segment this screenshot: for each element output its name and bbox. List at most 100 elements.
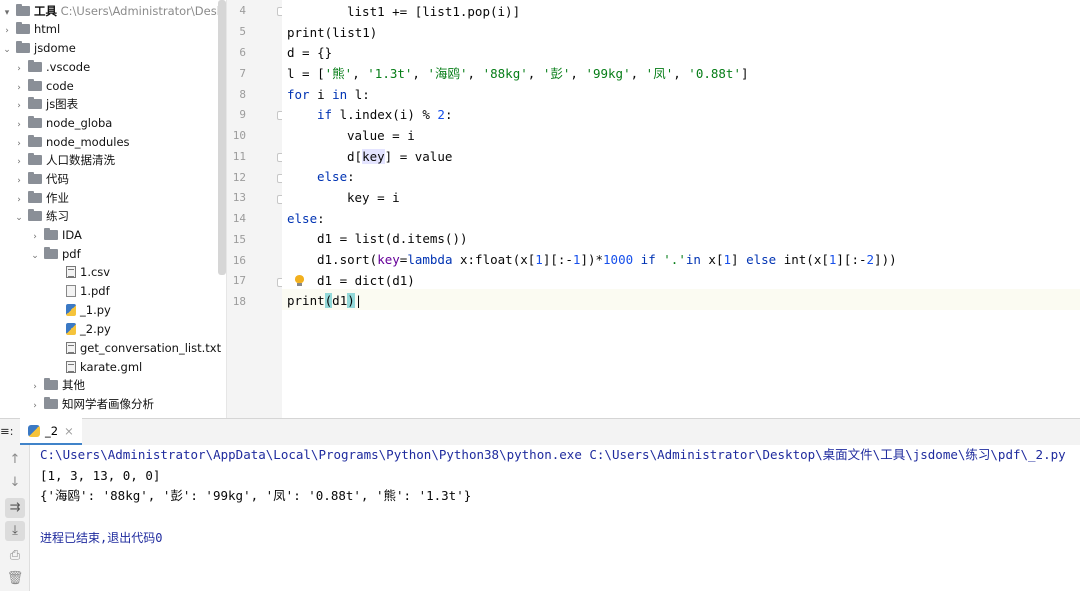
tree-item-label: node_modules (46, 135, 130, 149)
chevron-right-icon[interactable]: › (30, 228, 40, 246)
text-file-icon (66, 361, 76, 373)
python-file-icon (66, 323, 76, 335)
scroll-to-end-icon[interactable]: ⤓ (5, 521, 25, 541)
tree-item-label: karate.gml (80, 360, 143, 374)
tree-item-label: get_conversation_list.txt (80, 341, 222, 355)
line-number: 5 (239, 25, 246, 38)
folder-icon (28, 79, 42, 91)
csv-file-icon (66, 266, 76, 278)
chevron-right-icon[interactable]: › (14, 116, 24, 134)
tree-item-label: 代码 (46, 172, 69, 186)
line-number: 15 (232, 233, 246, 246)
tree-file-pdf[interactable]: 1.pdf (64, 282, 110, 300)
line-number: 18 (232, 295, 246, 308)
tree-item-practice[interactable]: ⌄ 练习 (14, 207, 69, 225)
tree-item-js-charts[interactable]: › js图表 (14, 95, 78, 113)
tree-file-py2[interactable]: _2.py (64, 320, 111, 338)
trash-icon[interactable]: 🗑 (5, 569, 25, 589)
tree-item-vscode[interactable]: › .vscode (14, 58, 90, 76)
code-line-13: key = i (347, 190, 400, 205)
tree-file-gml[interactable]: karate.gml (64, 358, 142, 376)
print-icon[interactable]: ⎙ (5, 546, 25, 566)
chevron-down-icon[interactable]: ⌄ (30, 247, 40, 265)
code-line-9: if l.index(i) % 2: (317, 107, 453, 122)
tree-item-html[interactable]: › html (2, 20, 60, 38)
tree-item-node-modules[interactable]: › node_modules (14, 133, 130, 151)
line-number: 6 (239, 46, 246, 59)
tree-item-ida[interactable]: › IDA (30, 226, 82, 244)
tree-item-code[interactable]: › code (14, 77, 74, 95)
line-number: 13 (232, 191, 246, 204)
chevron-right-icon[interactable]: › (14, 97, 24, 115)
code-line-4: list1 += [list1.pop(i)] (347, 4, 521, 19)
python-icon (28, 425, 40, 437)
tree-item-label: pdf (62, 247, 81, 261)
pdf-file-icon (66, 285, 76, 297)
code-line-11: d[key] = value (347, 149, 453, 164)
folder-icon (28, 172, 42, 184)
tree-item-label: 其他 (62, 378, 85, 392)
run-tab[interactable]: _2 × (20, 418, 82, 445)
folder-icon (28, 97, 42, 109)
tree-item-label: .vscode (46, 60, 91, 74)
scroll-up-icon[interactable]: ↑ (5, 450, 25, 470)
code-line-12: else: (317, 169, 355, 184)
line-number: 10 (232, 129, 246, 142)
tree-item-node-globa[interactable]: › node_globa (14, 114, 112, 132)
line-number: 4 (239, 4, 246, 17)
chevron-right-icon[interactable]: › (14, 60, 24, 78)
close-icon[interactable]: × (64, 424, 74, 438)
line-number: 8 (239, 88, 246, 101)
scroll-down-icon[interactable]: ↓ (5, 473, 25, 493)
soft-wrap-icon[interactable]: ⇉ (5, 498, 25, 518)
folder-icon (44, 247, 58, 259)
tree-file-py1[interactable]: _1.py (64, 301, 111, 319)
folder-icon (28, 135, 42, 147)
code-line-16: d1.sort(key=lambda x:float(x[1][:-1])*10… (317, 252, 897, 267)
tree-item-jsdome[interactable]: ⌄ jsdome (2, 39, 76, 57)
chevron-right-icon[interactable]: › (2, 22, 12, 40)
line-number: 17 (232, 274, 246, 287)
chevron-right-icon[interactable]: › (14, 172, 24, 190)
tree-file-txt[interactable]: get_conversation_list.txt (64, 339, 221, 357)
folder-icon (16, 41, 30, 53)
tree-root[interactable]: ▾工具 C:\Users\Administrator\Desktop\ (2, 2, 226, 20)
code-line-5: print(list1) (287, 25, 378, 40)
line-number: 14 (232, 212, 246, 225)
folder-icon (28, 153, 42, 165)
chevron-down-icon[interactable]: ⌄ (14, 209, 24, 227)
tree-item-label: 1.pdf (80, 284, 110, 298)
code-line-15: d1 = list(d.items()) (317, 231, 468, 246)
console-exit-message: 进程已结束,退出代码0 (40, 531, 163, 545)
folder-icon (28, 60, 42, 72)
run-tab-label: _2 (45, 424, 59, 438)
chevron-down-icon[interactable]: ⌄ (2, 41, 12, 59)
chevron-right-icon[interactable]: › (30, 378, 40, 396)
editor-gutter (226, 0, 282, 418)
code-line-10: value = i (347, 128, 415, 143)
tree-item-code-cn[interactable]: › 代码 (14, 170, 69, 188)
tree-item-label: IDA (62, 228, 82, 242)
folder-icon (28, 191, 42, 203)
console-output[interactable] (30, 445, 1080, 591)
text-file-icon (66, 342, 76, 354)
project-tree: ▾工具 C:\Users\Administrator\Desktop\ › htm… (0, 0, 226, 418)
tree-item-cnki[interactable]: › 知网学者画像分析 (30, 395, 154, 413)
folder-icon (28, 116, 42, 128)
tree-file-csv[interactable]: 1.csv (64, 263, 110, 281)
lightbulb-icon[interactable] (295, 275, 304, 286)
tree-item-pdf[interactable]: ⌄ pdf (30, 245, 81, 263)
tree-item-label: js图表 (46, 97, 79, 111)
project-scrollbar[interactable] (218, 0, 226, 275)
code-line-18: print(d1)| (287, 293, 363, 308)
tree-item-population[interactable]: › 人口数据清洗 (14, 151, 115, 169)
chevron-right-icon[interactable]: › (30, 397, 40, 415)
folder-icon (16, 22, 30, 34)
tree-item-label: 知网学者画像分析 (62, 397, 154, 411)
line-number: 9 (239, 108, 246, 121)
folder-icon (44, 378, 58, 390)
folder-icon (16, 4, 30, 16)
chevron-right-icon[interactable]: › (14, 153, 24, 171)
tree-item-other[interactable]: › 其他 (30, 376, 85, 394)
tree-item-homework[interactable]: › 作业 (14, 189, 69, 207)
